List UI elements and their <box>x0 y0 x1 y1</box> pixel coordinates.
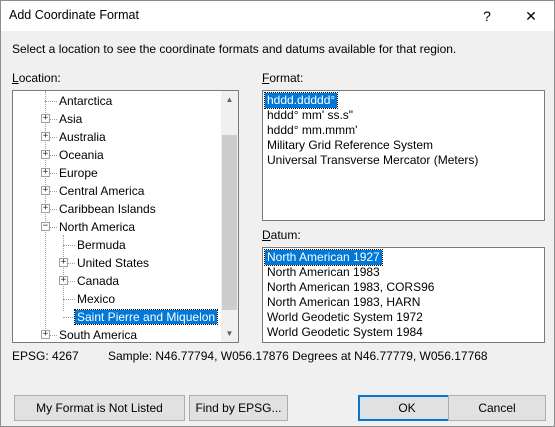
tree-item-australia[interactable]: Australia <box>57 128 108 146</box>
my-format-not-listed-button[interactable]: My Format is Not Listed <box>14 395 185 421</box>
scroll-up-icon[interactable]: ▲ <box>221 91 238 108</box>
datum-item[interactable]: North American 1983, HARN <box>265 295 422 310</box>
scroll-down-icon[interactable]: ▼ <box>221 325 238 342</box>
sample-text: Sample: N46.77794, W056.17876 Degrees at… <box>108 349 488 363</box>
format-item[interactable]: Military Grid Reference System <box>265 138 435 153</box>
find-by-epsg-button[interactable]: Find by EPSG... <box>189 395 288 421</box>
collapse-north-america-icon[interactable]: − <box>41 222 50 231</box>
expand-caribbean-islands-icon[interactable]: + <box>41 204 50 213</box>
expand-asia-icon[interactable]: + <box>41 114 50 123</box>
format-item[interactable]: hddd° mm.mmm' <box>265 123 359 138</box>
tree-item-central-america[interactable]: Central America <box>57 182 146 200</box>
datum-list[interactable]: North American 1927 North American 1983 … <box>262 247 545 343</box>
format-item[interactable]: Universal Transverse Mercator (Meters) <box>265 153 480 168</box>
window-title: Add Coordinate Format <box>9 8 139 22</box>
dialog-window: Add Coordinate Format ? ✕ Select a locat… <box>0 0 555 427</box>
location-label: Location: <box>12 71 61 85</box>
expand-australia-icon[interactable]: + <box>41 132 50 141</box>
tree-item-caribbean-islands[interactable]: Caribbean Islands <box>57 200 158 218</box>
tree-item-asia[interactable]: Asia <box>57 110 84 128</box>
help-icon: ? <box>483 8 491 24</box>
datum-item[interactable]: North American 1983 <box>265 265 382 280</box>
datum-item[interactable]: North American 1927 <box>264 249 383 266</box>
tree-item-bermuda[interactable]: Bermuda <box>75 236 128 254</box>
tree-item-saint-pierre-and-miquelon[interactable]: Saint Pierre and Miquelon <box>73 308 219 326</box>
close-button[interactable]: ✕ <box>511 1 551 31</box>
tree-item-south-america[interactable]: South America <box>57 326 139 342</box>
tree-item-united-states[interactable]: United States <box>75 254 151 272</box>
close-icon: ✕ <box>525 7 537 24</box>
tree-item-north-america[interactable]: North America <box>57 218 137 236</box>
expand-europe-icon[interactable]: + <box>41 168 50 177</box>
ok-button[interactable]: OK <box>358 395 456 421</box>
scroll-thumb[interactable] <box>222 135 237 310</box>
datum-label: Datum: <box>262 228 301 242</box>
expand-central-america-icon[interactable]: + <box>41 186 50 195</box>
expand-south-america-icon[interactable]: + <box>41 330 50 339</box>
tree-item-mexico[interactable]: Mexico <box>75 290 117 308</box>
instruction-text: Select a location to see the coordinate … <box>12 42 457 56</box>
tree-item-oceania[interactable]: Oceania <box>57 146 106 164</box>
title-bar: Add Coordinate Format ? ✕ <box>1 1 554 31</box>
datum-item[interactable]: World Geodetic System 1984 <box>265 325 425 340</box>
location-scrollbar[interactable]: ▲ ▼ <box>221 91 238 342</box>
location-tree[interactable]: Antarctica + Asia + Australia + Oceania … <box>12 90 239 343</box>
tree-item-canada[interactable]: Canada <box>75 272 121 290</box>
tree-item-europe[interactable]: Europe <box>57 164 100 182</box>
expand-canada-icon[interactable]: + <box>59 276 68 285</box>
expand-united-states-icon[interactable]: + <box>59 258 68 267</box>
help-button[interactable]: ? <box>467 1 507 31</box>
format-item[interactable]: hddd.ddddd° <box>263 92 339 109</box>
epsg-code: EPSG: 4267 <box>12 349 79 363</box>
datum-item[interactable]: North American 1983, CORS96 <box>265 280 436 295</box>
cancel-button[interactable]: Cancel <box>448 395 546 421</box>
datum-item[interactable]: World Geodetic System 1972 <box>265 310 425 325</box>
format-label: Format: <box>262 71 304 85</box>
tree-item-antarctica[interactable]: Antarctica <box>57 92 114 110</box>
format-item[interactable]: hddd° mm' ss.s" <box>265 108 355 123</box>
format-list[interactable]: hddd.ddddd° hddd° mm' ss.s" hddd° mm.mmm… <box>262 90 545 221</box>
expand-oceania-icon[interactable]: + <box>41 150 50 159</box>
